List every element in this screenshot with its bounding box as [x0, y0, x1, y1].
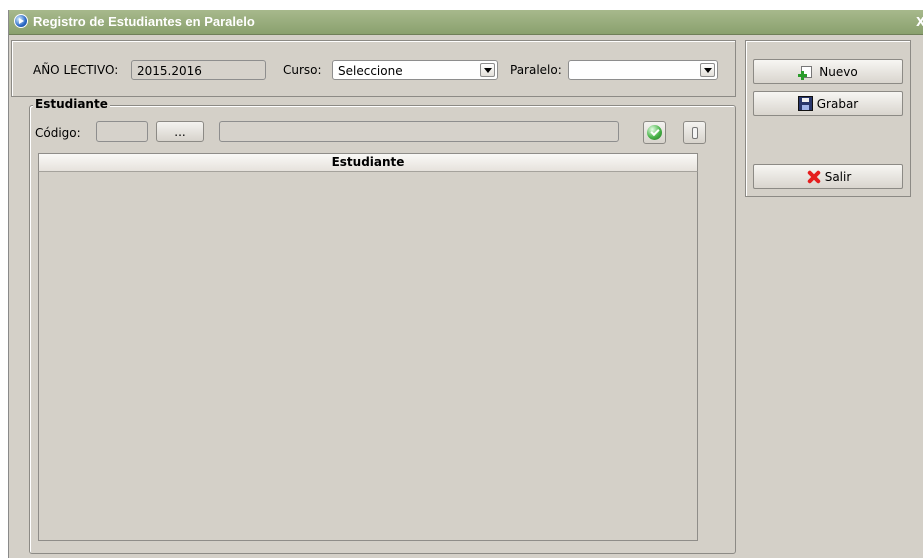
save-button-label: Grabar	[816, 96, 859, 111]
student-name-field	[219, 121, 619, 142]
year-label: AÑO LECTIVO:	[33, 63, 119, 77]
code-input[interactable]	[96, 121, 148, 142]
course-select[interactable]: Seleccione	[332, 60, 498, 80]
students-table-header[interactable]: Estudiante	[38, 153, 698, 172]
confirm-button[interactable]	[643, 121, 666, 144]
window-title: Registro de Estudiantes en Paralelo	[33, 14, 255, 29]
titlebar[interactable]: Registro de Estudiantes en Paralelo X	[9, 10, 923, 35]
clipboard-icon	[691, 126, 698, 139]
year-field[interactable]: 2015.2016	[131, 60, 266, 80]
chevron-down-icon[interactable]	[700, 63, 715, 77]
window-icon	[14, 14, 28, 28]
new-document-icon	[798, 65, 815, 80]
exit-button-label: Salir	[824, 169, 852, 184]
check-icon	[647, 125, 662, 140]
exit-button[interactable]: Salir	[753, 164, 903, 189]
code-label: Código:	[35, 126, 81, 140]
paralelo-select[interactable]	[568, 60, 718, 80]
students-table[interactable]	[38, 153, 698, 541]
course-selected-value: Seleccione	[338, 64, 403, 78]
student-group-legend: Estudiante	[33, 97, 110, 111]
exit-icon	[805, 169, 821, 185]
new-button-label: Nuevo	[819, 64, 858, 79]
new-button[interactable]: Nuevo	[753, 59, 903, 84]
lookup-button[interactable]: ...	[156, 121, 204, 142]
save-icon	[797, 96, 813, 111]
clear-button[interactable]	[683, 121, 706, 144]
chevron-down-icon[interactable]	[480, 63, 495, 77]
close-button[interactable]: X	[916, 15, 923, 29]
save-button[interactable]: Grabar	[753, 91, 903, 116]
course-label: Curso:	[283, 63, 322, 77]
paralelo-label: Paralelo:	[510, 63, 562, 77]
